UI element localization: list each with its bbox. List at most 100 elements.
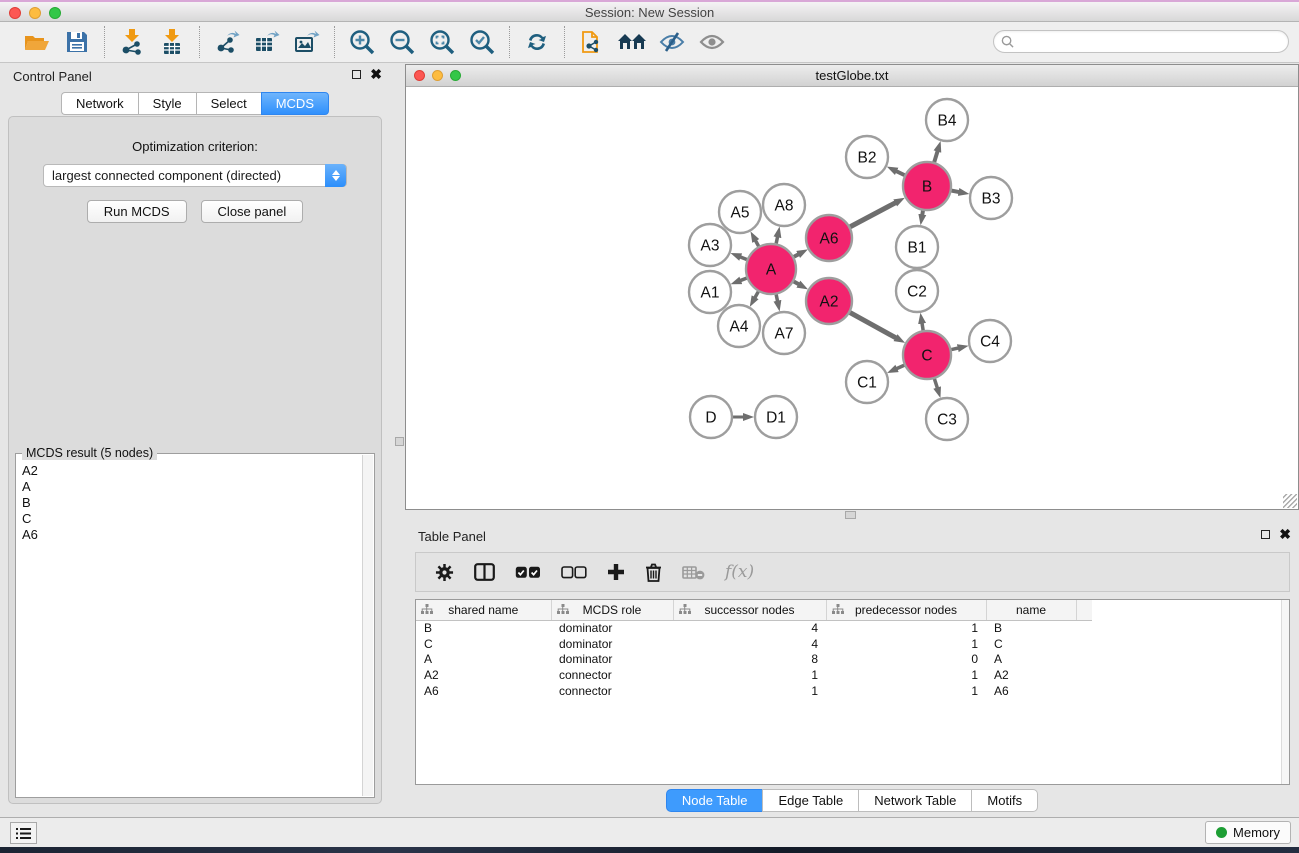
network-edge-C-C2[interactable] [922, 322, 923, 331]
column-header-predecessor-nodes[interactable]: predecessor nodes [826, 600, 986, 620]
table-cell[interactable]: 0 [826, 652, 986, 668]
table-cell[interactable]: A [416, 652, 551, 668]
run-mcds-button[interactable]: Run MCDS [87, 200, 187, 223]
network-edge-A-A3[interactable] [739, 256, 747, 259]
network-node-D1[interactable]: D1 [755, 396, 797, 438]
horizontal-splitter-handle[interactable] [845, 511, 856, 519]
table-cell[interactable]: 4 [673, 636, 826, 652]
zoom-fit-button[interactable] [425, 26, 459, 58]
mcds-result-list[interactable]: A2ABCA6 [16, 454, 374, 543]
column-header-successor-nodes[interactable]: successor nodes [673, 600, 826, 620]
table-cell[interactable]: 4 [673, 620, 826, 636]
tab-select[interactable]: Select [196, 92, 261, 115]
network-node-B4[interactable]: B4 [926, 99, 968, 141]
show-all-button[interactable] [695, 26, 729, 58]
table-row[interactable]: Cdominator41C [416, 636, 1092, 652]
network-edge-C-C1[interactable] [895, 365, 904, 369]
network-node-B1[interactable]: B1 [896, 226, 938, 268]
save-session-button[interactable] [60, 26, 94, 58]
close-table-panel-icon[interactable]: ✖ [1279, 529, 1291, 539]
table-cell[interactable]: A2 [986, 667, 1076, 683]
zoom-selected-button[interactable] [465, 26, 499, 58]
network-node-A3[interactable]: A3 [689, 224, 731, 266]
delete-table-button[interactable] [682, 556, 705, 588]
import-table-button[interactable] [155, 26, 189, 58]
table-cell[interactable]: C [416, 636, 551, 652]
import-network-button[interactable] [115, 26, 149, 58]
result-scrollbar[interactable] [362, 455, 373, 796]
network-canvas[interactable]: B4B2BB3A8A5A6B1A3AA1C2A2A4A7C4CC1C3DD1 [406, 87, 1298, 509]
network-node-A1[interactable]: A1 [689, 271, 731, 313]
criterion-select[interactable]: largest connected component (directed) [43, 164, 347, 187]
table-row[interactable]: A6connector11A6 [416, 683, 1092, 699]
network-node-C[interactable]: C [903, 331, 951, 379]
toggle-column-display-button[interactable] [474, 556, 495, 588]
table-row[interactable]: A2connector11A2 [416, 667, 1092, 683]
result-list-item[interactable]: A6 [22, 527, 368, 543]
network-edge-B-B1[interactable] [922, 211, 923, 217]
network-node-A2[interactable]: A2 [806, 278, 852, 324]
network-node-C4[interactable]: C4 [969, 320, 1011, 362]
table-cell[interactable]: A6 [416, 683, 551, 699]
network-edge-C-C3[interactable] [934, 379, 937, 390]
network-node-B2[interactable]: B2 [846, 136, 888, 178]
search-input[interactable] [993, 30, 1289, 53]
network-node-A[interactable]: A [746, 244, 796, 294]
zoom-in-button[interactable] [345, 26, 379, 58]
task-history-button[interactable] [10, 822, 37, 844]
network-edge-B-B3[interactable] [952, 191, 961, 193]
table-cell[interactable]: B [986, 620, 1076, 636]
network-edge-A-A8[interactable] [776, 235, 778, 243]
network-node-C3[interactable]: C3 [926, 398, 968, 440]
select-all-columns-button[interactable] [515, 556, 541, 588]
float-panel-icon[interactable] [352, 70, 361, 79]
zoom-out-button[interactable] [385, 26, 419, 58]
export-table-button[interactable] [250, 26, 284, 58]
table-cell[interactable]: 1 [826, 636, 986, 652]
vertical-splitter-handle[interactable] [395, 437, 404, 446]
export-image-button[interactable] [290, 26, 324, 58]
network-node-B3[interactable]: B3 [970, 177, 1012, 219]
delete-columns-button[interactable] [645, 556, 662, 588]
table-cell[interactable]: 1 [673, 683, 826, 699]
network-edge-A-A2[interactable] [794, 282, 800, 285]
network-node-A7[interactable]: A7 [763, 312, 805, 354]
resize-grip-icon[interactable] [1283, 494, 1297, 508]
column-header-name[interactable]: name [986, 600, 1076, 620]
network-edge-A-A7[interactable] [776, 294, 778, 302]
network-node-C2[interactable]: C2 [896, 270, 938, 312]
table-cell[interactable]: 1 [826, 620, 986, 636]
result-list-item[interactable]: A2 [22, 463, 368, 479]
float-table-panel-icon[interactable] [1261, 530, 1270, 539]
network-node-B[interactable]: B [903, 162, 951, 210]
network-node-A6[interactable]: A6 [806, 215, 852, 261]
result-list-item[interactable]: A [22, 479, 368, 495]
table-cell[interactable]: A6 [986, 683, 1076, 699]
close-panel-button[interactable]: Close panel [201, 200, 304, 223]
network-node-C1[interactable]: C1 [846, 361, 888, 403]
table-cell[interactable]: A [986, 652, 1076, 668]
network-edge-A6-B[interactable] [850, 202, 897, 227]
column-header-MCDS-role[interactable]: MCDS role [551, 600, 673, 620]
table-cell[interactable]: 1 [826, 667, 986, 683]
network-edge-A-A6[interactable] [794, 254, 800, 257]
table-settings-button[interactable] [435, 556, 454, 588]
table-cell[interactable]: dominator [551, 620, 673, 636]
network-edge-B-B4[interactable] [934, 150, 938, 162]
table-row[interactable]: Adominator80A [416, 652, 1092, 668]
deselect-all-columns-button[interactable] [561, 556, 587, 588]
table-cell[interactable]: 1 [673, 667, 826, 683]
first-neighbors-button[interactable] [615, 26, 649, 58]
network-node-A4[interactable]: A4 [718, 305, 760, 347]
refresh-view-button[interactable] [520, 26, 554, 58]
table-scrollbar[interactable] [1281, 600, 1289, 784]
network-edge-A-A1[interactable] [739, 278, 747, 281]
table-cell[interactable]: dominator [551, 636, 673, 652]
create-column-button[interactable] [607, 556, 625, 588]
table-cell[interactable]: C [986, 636, 1076, 652]
table-cell[interactable]: connector [551, 683, 673, 699]
tab-style[interactable]: Style [138, 92, 196, 115]
table-cell[interactable]: A2 [416, 667, 551, 683]
result-list-item[interactable]: B [22, 495, 368, 511]
table-cell[interactable]: B [416, 620, 551, 636]
